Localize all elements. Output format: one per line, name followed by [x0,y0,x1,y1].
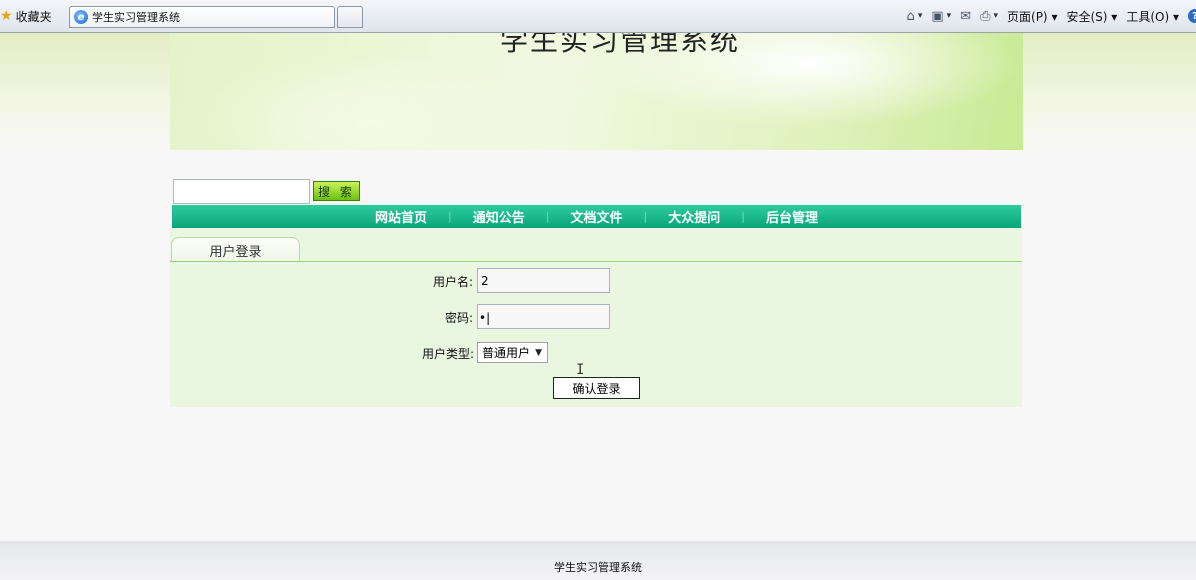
username-field[interactable] [477,268,610,293]
text-cursor-icon: I [576,362,585,378]
help-icon[interactable]: ? [1188,9,1196,23]
password-label: 密码: [445,311,474,325]
new-tab-button[interactable] [337,6,363,28]
usertype-label: 用户类型: [422,347,475,361]
print-dropdown-arrow[interactable]: ▾ [993,11,998,21]
password-mask: •| [479,311,491,325]
usertype-select[interactable]: 普通用户 ▼ [477,342,548,363]
star-icon: ★ [0,8,13,24]
confirm-login-button[interactable]: 确认登录 [553,377,640,399]
menu-page[interactable]: 页面(P) ▾ [1007,8,1057,25]
nav-item-questions[interactable]: 大众提问 [647,207,741,226]
nav-item-notices[interactable]: 通知公告 [452,207,546,226]
ie-icon: e [74,10,88,24]
username-label: 用户名: [433,275,474,289]
favorites-button[interactable]: ★ 收藏夹 [0,7,52,25]
password-field[interactable] [477,304,610,329]
usertype-selected: 普通用户 [482,346,531,360]
menu-tools[interactable]: 工具(O) ▾ [1126,8,1179,25]
home-dropdown-arrow[interactable]: ▾ [918,11,923,21]
main-nav: 网站首页 | 通知公告 | 文档文件 | 大众提问 | 后台管理 [172,205,1021,228]
favorites-label: 收藏夹 [15,9,52,24]
search-input[interactable] [173,179,310,204]
print-icon[interactable]: ⎙ [980,9,990,24]
command-bar: ⌂ ▾ ▣ ▾ ✉ ⎙ ▾ 页面(P) ▾ 安全(S) ▾ 工具(O) ▾ ? [907,7,1196,25]
search-button[interactable]: 搜 索 [313,181,360,201]
home-icon[interactable]: ⌂ [907,9,915,24]
mail-icon[interactable]: ✉ [960,9,971,24]
tab-user-login[interactable]: 用户登录 [171,237,300,262]
nav-item-documents[interactable]: 文档文件 [549,207,643,226]
panel-divider [170,261,1022,262]
rss-icon[interactable]: ▣ [931,9,943,24]
footer-text: 学生实习管理系统 [554,561,642,574]
tab-title: 学生实习管理系统 [92,11,180,24]
nav-item-admin[interactable]: 后台管理 [745,207,839,226]
menu-safety[interactable]: 安全(S) ▾ [1066,8,1117,25]
site-title: 学生实习管理系统 [500,33,741,57]
browser-toolbar: ★ 收藏夹 e 学生实习管理系统 ⌂ ▾ ▣ ▾ ✉ ⎙ ▾ 页面(P) ▾ 安… [0,0,1196,33]
site-banner: 学生实习管理系统 [170,33,1023,150]
chevron-down-icon: ▼ [535,347,542,358]
browser-tab[interactable]: e 学生实习管理系统 [69,6,335,28]
rss-dropdown-arrow[interactable]: ▾ [947,11,952,21]
nav-item-home[interactable]: 网站首页 [354,207,448,226]
